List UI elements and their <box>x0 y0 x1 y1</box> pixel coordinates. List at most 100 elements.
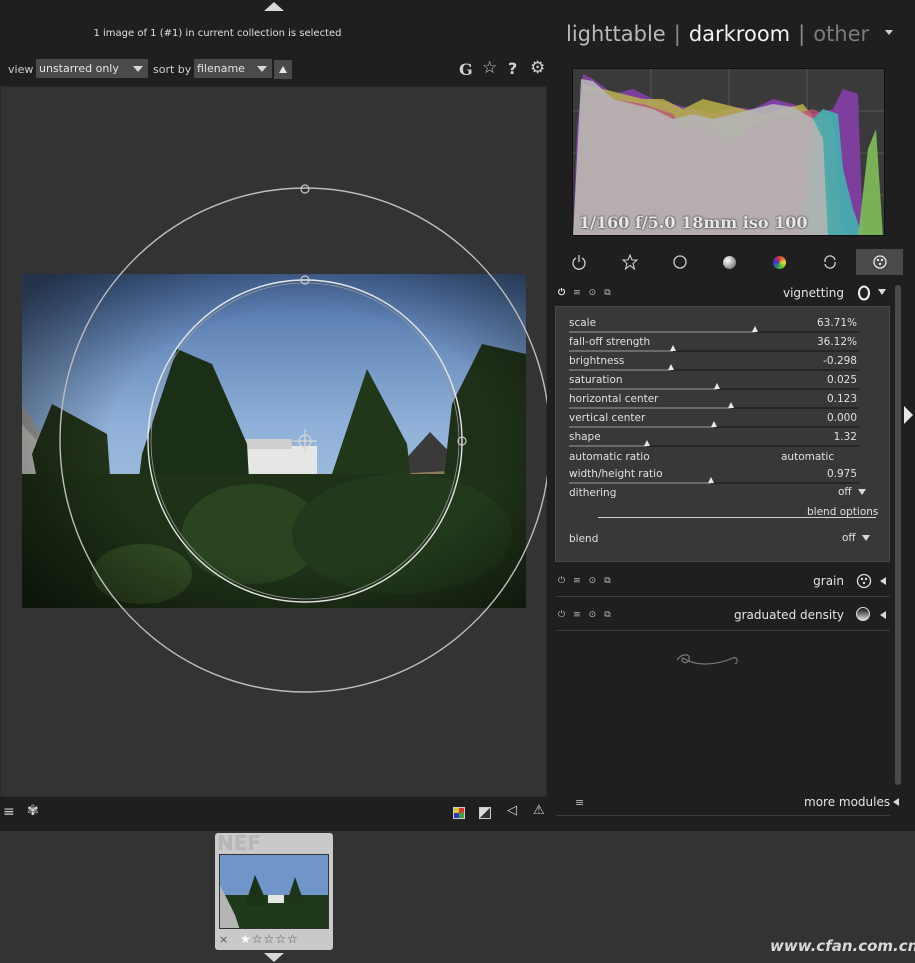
horizontal-center-slider[interactable]: horizontal center 0.123 <box>569 393 859 411</box>
vignetting-module-header[interactable]: ⏻ ≡ ⊙ ⧉ vignetting <box>556 282 890 306</box>
thumbnail-extension: NEF <box>217 831 262 855</box>
favorite-star-icon[interactable] <box>606 249 653 275</box>
chevron-down-icon <box>257 65 267 72</box>
width-height-ratio-slider[interactable]: width/height ratio 0.975 <box>569 468 859 486</box>
right-panel-toggle[interactable] <box>904 406 913 424</box>
expand-arrow-icon[interactable] <box>880 611 886 619</box>
slider-marker[interactable] <box>711 421 717 427</box>
slider-marker[interactable] <box>670 345 677 351</box>
module-enable-icon[interactable]: ⏻ <box>558 288 565 298</box>
slider-marker[interactable] <box>667 364 674 370</box>
slider-value: 0.000 <box>826 412 857 424</box>
menu-icon[interactable]: ≡ <box>3 804 15 820</box>
presets-icon[interactable]: ≡ <box>573 288 581 298</box>
gear-icon[interactable]: ⚙ <box>530 58 545 78</box>
sort-ascending-icon <box>279 66 287 73</box>
collapse-arrow-icon[interactable] <box>878 289 886 295</box>
vignetting-title: vignetting <box>782 286 844 300</box>
bottom-panel-toggle[interactable] <box>264 953 284 962</box>
brightness-slider[interactable]: brightness -0.298 <box>569 355 859 373</box>
center-crosshair-icon[interactable] <box>293 429 317 453</box>
chevron-down-icon <box>861 535 870 541</box>
slider-label: shape <box>569 431 601 443</box>
graduated-density-module-header[interactable]: ⏻ ≡ ⊙ ⧉ graduated density <box>556 604 890 628</box>
chevron-down-icon[interactable] <box>885 30 893 35</box>
sort-direction-button[interactable] <box>274 60 292 79</box>
slider-fill <box>569 426 714 428</box>
expand-arrow-icon[interactable] <box>880 577 886 585</box>
star-icon[interactable]: ☆ <box>287 932 298 946</box>
other-tab[interactable]: other <box>813 22 869 46</box>
darkroom-tab[interactable]: darkroom <box>689 22 790 46</box>
more-modules-label[interactable]: more modules <box>804 795 890 809</box>
multi-instance-icon[interactable]: ⧉ <box>604 288 610 298</box>
right-panel-scrollbar[interactable] <box>895 285 901 785</box>
module-enable-icon[interactable]: ⏻ <box>558 610 565 620</box>
overexposed-icon[interactable]: ⚠ <box>533 803 545 818</box>
shape-slider[interactable]: shape 1.32 <box>569 431 859 449</box>
slider-fill <box>569 350 674 352</box>
slider-marker[interactable] <box>708 477 715 483</box>
view-switcher: lighttable | darkroom | other <box>566 22 869 46</box>
scale-slider[interactable]: scale 63.71% <box>569 317 859 335</box>
slider-value: 63.71% <box>816 317 857 329</box>
vignette-overlay[interactable] <box>0 86 547 797</box>
lighttable-tab[interactable]: lighttable <box>566 22 666 46</box>
basic-circle-icon[interactable] <box>656 249 703 275</box>
power-icon[interactable] <box>555 249 602 275</box>
softproof-icon[interactable] <box>479 807 491 819</box>
effect-icon[interactable] <box>856 249 903 275</box>
dithering-select[interactable]: off <box>838 486 866 498</box>
slider-marker[interactable] <box>713 383 720 389</box>
styles-icon[interactable]: ✾ <box>27 803 39 819</box>
gamut-check-icon[interactable]: ◁ <box>507 803 517 818</box>
reject-icon[interactable]: × <box>219 933 228 946</box>
slider-value: 0.975 <box>826 468 857 480</box>
module-enable-icon[interactable]: ⏻ <box>558 576 565 586</box>
sort-select[interactable]: filename <box>194 59 272 78</box>
auto-ratio-toggle[interactable]: automatic <box>781 451 834 463</box>
vertical-center-slider[interactable]: vertical center 0.000 <box>569 412 859 430</box>
presets-icon[interactable]: ≡ <box>575 796 584 809</box>
star-icon[interactable]: ☆ <box>252 932 263 946</box>
graduated-density-icon <box>856 607 872 623</box>
color-assessment-icon[interactable] <box>453 807 465 819</box>
view-filter-select[interactable]: unstarred only <box>36 59 148 78</box>
correct-icon[interactable] <box>806 249 853 275</box>
reset-icon[interactable]: ⊙ <box>589 576 597 586</box>
reset-icon[interactable]: ⊙ <box>589 610 597 620</box>
slider-marker[interactable] <box>644 440 651 446</box>
blend-mode-select[interactable]: off <box>842 532 870 544</box>
saturation-slider[interactable]: saturation 0.025 <box>569 374 859 392</box>
histogram[interactable] <box>572 68 885 236</box>
slider-label: scale <box>569 317 597 329</box>
slider-marker[interactable] <box>751 326 758 332</box>
presets-icon[interactable]: ≡ <box>573 610 581 620</box>
slider-marker[interactable] <box>728 402 735 408</box>
star-icon[interactable]: ☆ <box>275 932 286 946</box>
star-rating[interactable]: ★ ☆ ☆ ☆ ☆ <box>240 932 298 946</box>
view-sep: | <box>798 22 806 46</box>
grouping-icon[interactable]: G <box>459 60 473 79</box>
multi-instance-icon[interactable]: ⧉ <box>604 610 610 620</box>
slider-fill <box>569 482 712 484</box>
star-icon[interactable]: ☆ <box>482 58 497 78</box>
blend-options-label: blend options <box>807 506 879 518</box>
chevron-down-icon <box>133 65 143 72</box>
help-icon[interactable]: ? <box>508 59 517 78</box>
color-circle-icon[interactable] <box>756 249 803 275</box>
presets-icon[interactable]: ≡ <box>573 576 581 586</box>
fall-off-strength-slider[interactable]: fall-off strength 36.12% <box>569 336 859 354</box>
star-icon[interactable]: ☆ <box>264 932 275 946</box>
reset-icon[interactable]: ⊙ <box>589 288 597 298</box>
sort-label: sort by <box>153 63 192 76</box>
multi-instance-icon[interactable]: ⧉ <box>604 576 610 586</box>
module-header-icons: ⏻ ≡ ⊙ ⧉ <box>558 288 611 298</box>
star-icon[interactable]: ★ <box>240 932 251 946</box>
expand-arrow-icon[interactable] <box>893 798 899 806</box>
tone-circle-icon[interactable] <box>706 249 753 275</box>
top-panel-toggle[interactable] <box>264 2 284 11</box>
outer-handle[interactable] <box>300 184 310 194</box>
grain-module-header[interactable]: ⏻ ≡ ⊙ ⧉ grain <box>556 570 890 594</box>
slider-fill <box>569 331 755 333</box>
